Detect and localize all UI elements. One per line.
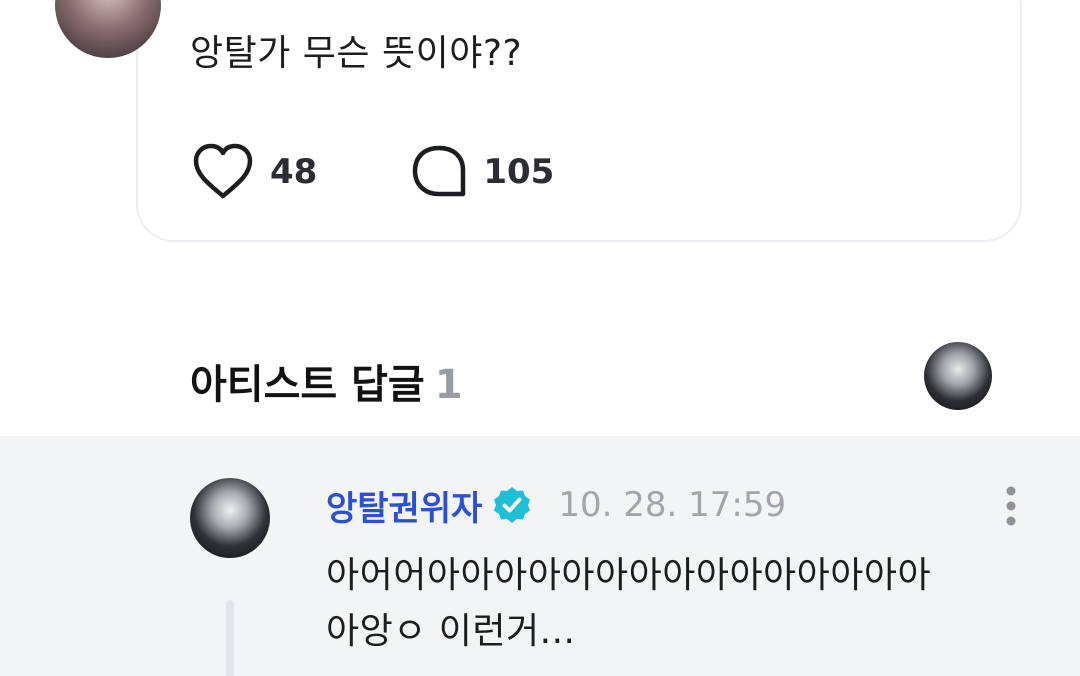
section-title: 아티스트 답글 (190, 362, 425, 408)
comment-button[interactable]: 105 (409, 140, 554, 204)
comment-count: 105 (483, 152, 555, 192)
reply-author-name[interactable]: 앙탈권위자 (326, 481, 482, 530)
reply-body: 아어어아아아아아아아아아아아아아아아 아앙ㅇ 이런거... (326, 548, 1026, 660)
fan-post-thread: 앙탈가 무슨 뜻이야?? 48 105 아티스트 답글 1 앙탈권위자 10. 2… (0, 0, 1080, 676)
reply-author-avatar[interactable] (190, 478, 270, 558)
post-actions: 48 105 (190, 140, 554, 204)
like-count: 48 (270, 152, 318, 192)
reply-meta: 앙탈권위자 10. 28. 17:59 (326, 481, 787, 530)
artist-replies-header: 아티스트 답글 1 (190, 352, 463, 410)
reply-timestamp: 10. 28. 17:59 (558, 485, 787, 525)
post-body-text: 앙탈가 무슨 뜻이야?? (190, 33, 523, 74)
verified-badge-icon (494, 487, 531, 523)
more-vertical-icon[interactable] (996, 484, 1026, 528)
like-button[interactable]: 48 (190, 140, 317, 204)
artist-avatar[interactable] (924, 342, 992, 410)
speech-bubble-icon (413, 145, 466, 197)
reply-line-2: 아앙ㅇ 이런거... (326, 611, 576, 652)
thread-connector-line (226, 600, 234, 676)
heart-icon (193, 143, 253, 199)
section-count: 1 (434, 362, 463, 408)
reply-line-1: 아어어아아아아아아아아아아아아아아아 (326, 555, 932, 596)
